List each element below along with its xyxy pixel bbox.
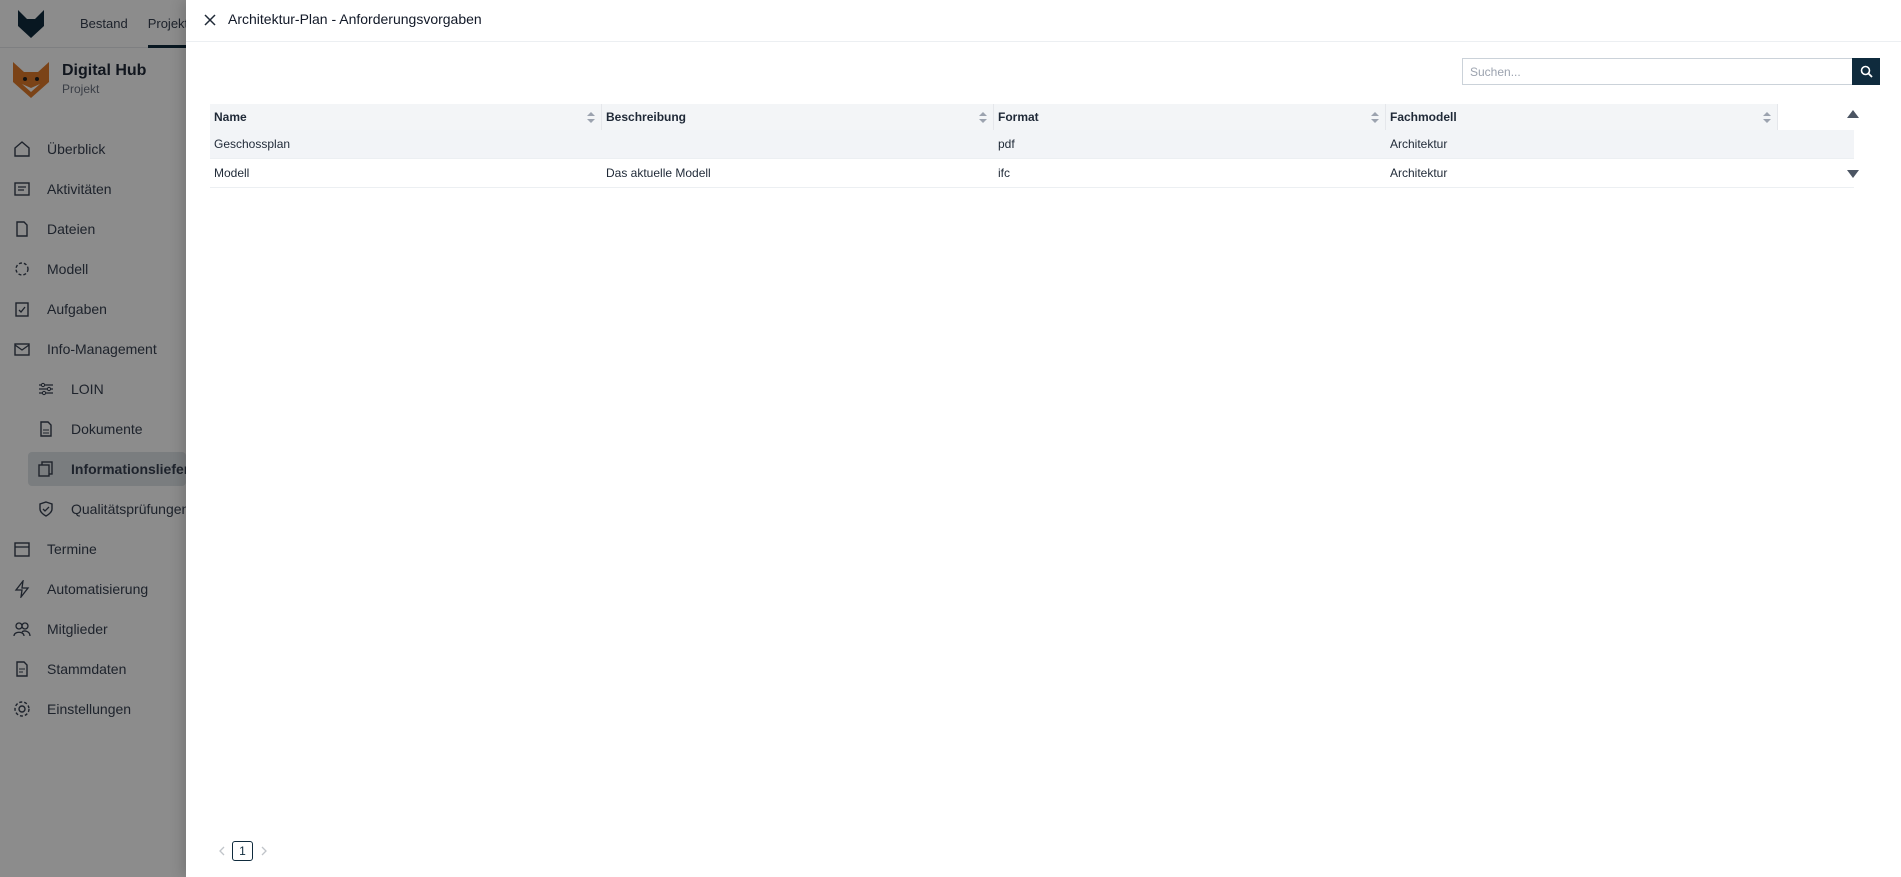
sort-icon[interactable] (1763, 112, 1771, 123)
requirements-drawer: Architektur-Plan - Anforderungsvorgaben … (186, 0, 1901, 877)
cell-fachmodell: Architektur (1390, 166, 1448, 180)
close-icon (204, 14, 216, 26)
prev-page-button[interactable] (214, 841, 228, 861)
scroll-up-icon[interactable] (1847, 110, 1859, 118)
cell-name: Geschossplan (214, 137, 291, 151)
sort-icon[interactable] (1371, 112, 1379, 123)
sort-icon[interactable] (587, 112, 595, 123)
column-header-label: Name (214, 110, 247, 124)
drawer-title: Architektur-Plan - Anforderungsvorgaben (228, 11, 482, 27)
cell-format: pdf (998, 137, 1015, 151)
column-header-name[interactable]: Name (210, 104, 602, 130)
cell-name: Modell (214, 166, 250, 180)
chevron-left-icon (218, 846, 224, 856)
cell-format: ifc (998, 166, 1010, 180)
sort-icon[interactable] (979, 112, 987, 123)
scroll-down-icon[interactable] (1847, 170, 1859, 178)
search-icon (1860, 65, 1873, 78)
table-row[interactable]: Modell Das aktuelle Modell ifc Architekt… (210, 159, 1854, 188)
column-header-fachmodell[interactable]: Fachmodell (1386, 104, 1778, 130)
column-header-label: Beschreibung (606, 110, 687, 124)
column-header-beschreibung[interactable]: Beschreibung (602, 104, 994, 130)
drawer-header: Architektur-Plan - Anforderungsvorgaben (186, 0, 1901, 42)
chevron-right-icon (261, 846, 267, 856)
cell-fachmodell: Architektur (1390, 137, 1448, 151)
column-header-format[interactable]: Format (994, 104, 1386, 130)
table-header: Name Beschreibung Format Fachmodell (210, 104, 1778, 130)
cell-beschreibung: Das aktuelle Modell (606, 166, 711, 180)
cell-beschreibung (602, 130, 994, 159)
search-input[interactable] (1462, 58, 1852, 85)
pagination: 1 (214, 841, 271, 861)
column-header-label: Fachmodell (1390, 110, 1457, 124)
next-page-button[interactable] (257, 841, 271, 861)
page-number[interactable]: 1 (232, 841, 253, 861)
close-button[interactable] (200, 10, 220, 30)
search-bar (1462, 58, 1880, 85)
table-row[interactable]: Geschossplan pdf Architektur (210, 130, 1854, 159)
column-header-label: Format (998, 110, 1039, 124)
search-button[interactable] (1852, 58, 1880, 85)
